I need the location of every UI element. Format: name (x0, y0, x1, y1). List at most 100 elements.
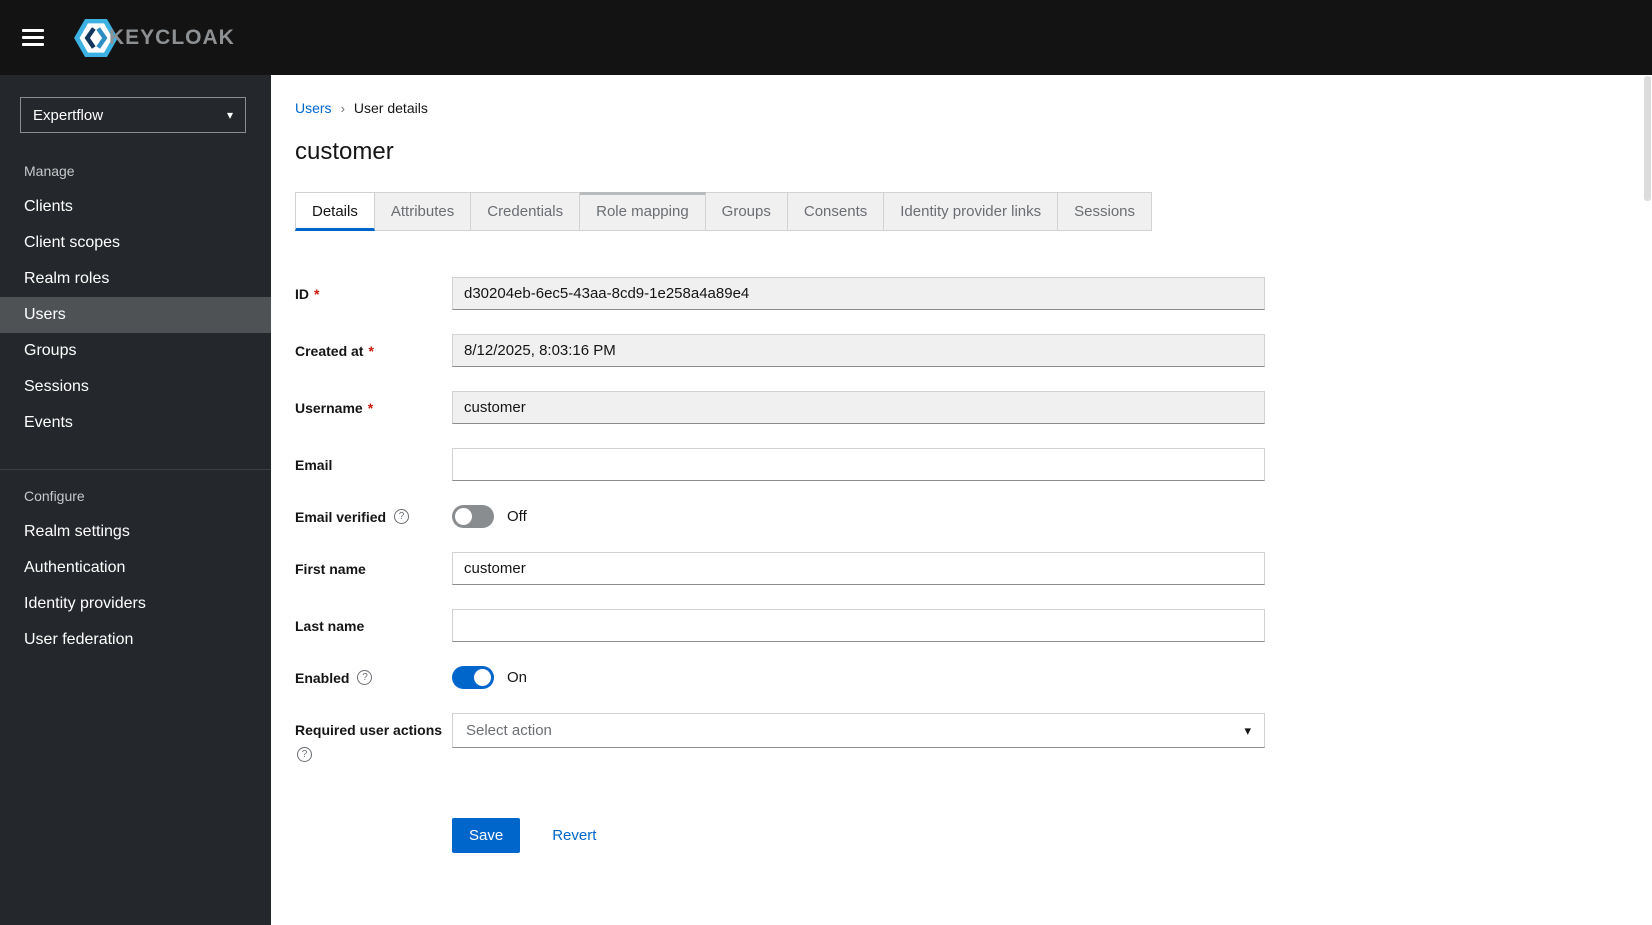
email-verified-label-text: Email verified (295, 508, 387, 525)
form-row-username: Username * (295, 391, 1628, 424)
main-content: Users › User details customer Details At… (271, 75, 1652, 925)
sidebar-item-sessions[interactable]: Sessions (0, 369, 271, 405)
sidebar-item-clients[interactable]: Clients (0, 189, 271, 225)
created-at-input[interactable] (452, 334, 1265, 367)
revert-button[interactable]: Revert (552, 827, 596, 844)
required-asterisk: * (367, 399, 374, 416)
tab-attributes[interactable]: Attributes (374, 192, 472, 231)
email-label-text: Email (295, 456, 333, 473)
breadcrumb-separator-icon: › (340, 100, 345, 116)
realm-name: Expertflow (33, 106, 104, 124)
nav-section-manage: Manage Clients Client scopes Realm roles… (0, 145, 271, 441)
breadcrumb: Users › User details (295, 100, 1628, 116)
username-input[interactable] (452, 391, 1265, 424)
masthead: KEYCLOAK (0, 0, 1652, 75)
created-at-control (452, 334, 1265, 367)
select-placeholder: Select action (466, 722, 552, 739)
required-user-actions-control: Select action ▾ (452, 713, 1265, 748)
tab-consents[interactable]: Consents (787, 192, 885, 231)
id-label: ID * (295, 286, 452, 302)
required-asterisk: * (314, 285, 320, 302)
tab-details[interactable]: Details (295, 192, 375, 231)
enabled-control: On (452, 666, 1265, 689)
form-actions: Save Revert (452, 818, 1628, 853)
username-control (452, 391, 1265, 424)
last-name-input[interactable] (452, 609, 1265, 642)
tab-groups[interactable]: Groups (705, 192, 788, 231)
first-name-input[interactable] (452, 552, 1265, 585)
breadcrumb-link-users[interactable]: Users (295, 100, 332, 116)
sidebar-item-authentication[interactable]: Authentication (0, 550, 271, 586)
sidebar-item-users[interactable]: Users (0, 297, 271, 333)
nav-section-configure: Configure Realm settings Authentication … (0, 469, 271, 658)
form-row-email: Email (295, 448, 1628, 481)
email-label: Email (295, 457, 452, 473)
required-user-actions-select[interactable]: Select action ▾ (452, 713, 1265, 748)
toggle-knob (474, 669, 491, 686)
keycloak-brand[interactable]: KEYCLOAK (74, 18, 235, 57)
enabled-label: Enabled ? (295, 670, 452, 686)
form-row-id: ID * (295, 277, 1628, 310)
email-verified-label: Email verified ? (295, 509, 452, 525)
sidebar-item-realm-roles[interactable]: Realm roles (0, 261, 271, 297)
save-button[interactable]: Save (452, 818, 521, 853)
required-asterisk: * (368, 342, 374, 359)
caret-down-icon: ▾ (1244, 722, 1251, 738)
form-row-required-user-actions: Required user actions ? Select action ▾ (295, 713, 1628, 762)
layout: Expertflow ▾ Manage Clients Client scope… (0, 75, 1652, 925)
user-details-form: ID * Created at * (295, 277, 1628, 853)
tab-role-mapping[interactable]: Role mapping (580, 192, 706, 231)
tab-bar: Details Attributes Credentials Role mapp… (295, 192, 1628, 231)
hamburger-bar (22, 43, 44, 46)
enabled-label-text: Enabled (295, 669, 350, 686)
hamburger-menu-icon[interactable] (22, 29, 44, 46)
email-verified-toggle[interactable] (452, 505, 494, 528)
nav-section-title-configure: Configure (24, 488, 85, 504)
help-icon[interactable]: ? (394, 509, 410, 524)
help-icon[interactable]: ? (357, 670, 373, 685)
tab-credentials[interactable]: Credentials (471, 192, 581, 231)
breadcrumb-current: User details (353, 100, 428, 116)
sidebar-item-user-federation[interactable]: User federation (0, 622, 271, 658)
username-label: Username * (295, 400, 452, 416)
sidebar-item-identity-providers[interactable]: Identity providers (0, 586, 271, 622)
created-at-label-text: Created at (295, 342, 364, 359)
created-at-label: Created at * (295, 343, 452, 359)
username-label-text: Username (295, 399, 363, 416)
sidebar-item-groups[interactable]: Groups (0, 333, 271, 369)
sidebar-item-client-scopes[interactable]: Client scopes (0, 225, 271, 261)
sidebar-item-events[interactable]: Events (0, 405, 271, 441)
sidebar: Expertflow ▾ Manage Clients Client scope… (0, 75, 271, 925)
enabled-toggle[interactable] (452, 666, 494, 689)
hamburger-bar (22, 29, 44, 32)
id-label-text: ID (295, 285, 309, 302)
id-control (452, 277, 1265, 310)
required-user-actions-label: Required user actions ? (295, 713, 452, 762)
brand-text: KEYCLOAK (109, 25, 235, 49)
first-name-label-text: First name (295, 560, 366, 577)
email-verified-control: Off (452, 505, 1265, 528)
first-name-control (452, 552, 1265, 585)
last-name-label: Last name (295, 618, 452, 634)
tab-sessions[interactable]: Sessions (1058, 192, 1153, 231)
hamburger-bar (22, 36, 44, 39)
form-row-email-verified: Email verified ? Off (295, 505, 1628, 528)
form-row-last-name: Last name (295, 609, 1628, 642)
email-input[interactable] (452, 448, 1265, 481)
enabled-state: On (507, 669, 528, 686)
tab-identity-provider-links[interactable]: Identity provider links (884, 192, 1059, 231)
email-control (452, 448, 1265, 481)
email-verified-state: Off (507, 508, 527, 525)
realm-selector[interactable]: Expertflow ▾ (20, 97, 246, 133)
required-user-actions-label-text: Required user actions (295, 722, 443, 738)
sidebar-item-realm-settings[interactable]: Realm settings (0, 514, 271, 550)
help-icon[interactable]: ? (297, 747, 312, 762)
scrollbar[interactable] (1644, 76, 1651, 201)
chevron-down-icon: ▾ (226, 108, 233, 122)
page-title: customer (295, 138, 394, 165)
form-row-created-at: Created at * (295, 334, 1628, 367)
last-name-control (452, 609, 1265, 642)
id-input[interactable] (452, 277, 1265, 310)
toggle-knob (455, 508, 472, 525)
form-row-enabled: Enabled ? On (295, 666, 1628, 689)
